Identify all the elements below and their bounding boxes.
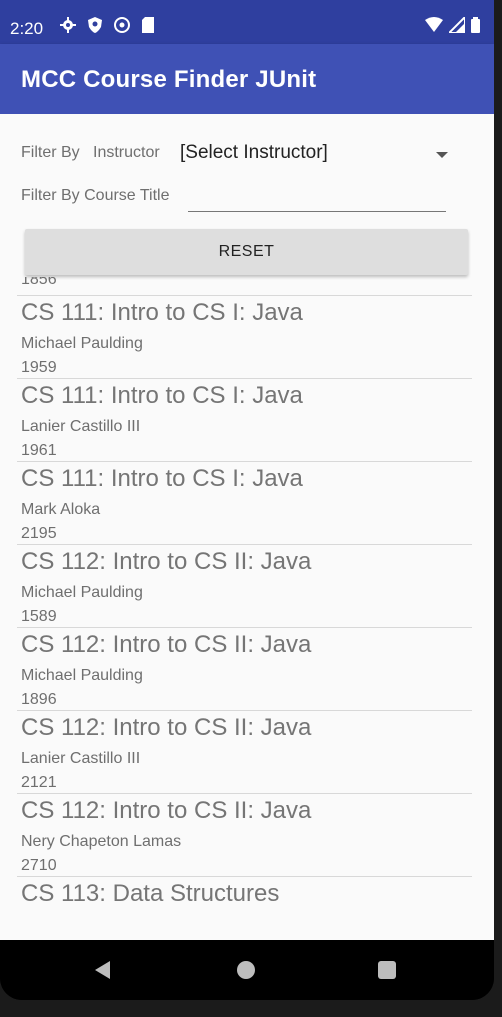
status-bar: 2:20 (0, 0, 494, 44)
status-system-icons (425, 17, 480, 33)
status-notification-icons (60, 17, 154, 33)
reset-button[interactable]: RESET (25, 229, 468, 275)
list-divider (17, 627, 472, 628)
course-crn: 1959 (21, 359, 57, 376)
course-instructor: Michael Paulding (21, 667, 143, 684)
vpn-icon (114, 17, 130, 33)
list-item[interactable]: CS 111: Intro to CS I: Java Michael Paul… (21, 299, 471, 381)
filter-by-label: Filter By (21, 144, 80, 161)
course-instructor: Michael Paulding (21, 335, 143, 352)
course-list[interactable]: 1856 CS 111: Intro to CS I: Java Michael… (0, 277, 494, 940)
course-instructor: Mark Aloka (21, 501, 101, 518)
list-divider (17, 876, 472, 877)
course-title: CS 111: Intro to CS I: Java (21, 465, 303, 492)
list-item[interactable]: CS 112: Intro to CS II: Java Michael Pau… (21, 631, 471, 713)
app-bar: MCC Course Finder JUnit (0, 44, 494, 114)
list-divider (17, 461, 472, 462)
title-filter-label: Filter By Course Title (21, 187, 170, 204)
title-filter-row: Filter By Course Title (21, 185, 471, 215)
list-divider (17, 710, 472, 711)
course-title: CS 111: Intro to CS I: Java (21, 382, 303, 409)
list-item[interactable]: CS 111: Intro to CS I: Java Mark Aloka 2… (21, 465, 471, 547)
instructor-spinner[interactable]: [Select Instructor] (176, 138, 456, 172)
sd-card-icon (142, 17, 154, 33)
instructor-filter-row: Filter By Instructor [Select Instructor] (21, 142, 471, 172)
list-item[interactable]: CS 112: Intro to CS II: Java Nery Chapet… (21, 797, 471, 879)
status-time: 2:20 (10, 19, 44, 38)
battery-icon (471, 17, 480, 33)
course-title: CS 113: Data Structures (21, 880, 280, 907)
course-crn: 2121 (21, 774, 57, 791)
course-crn: 2710 (21, 857, 57, 874)
course-title: CS 112: Intro to CS II: Java (21, 714, 312, 741)
navigation-bar (0, 940, 494, 1000)
course-instructor: Nery Chapeton Lamas (21, 833, 182, 850)
course-crn: 1896 (21, 691, 57, 708)
list-divider (17, 295, 472, 296)
instructor-label: Instructor (93, 144, 160, 161)
instructor-selected-value: [Select Instructor] (180, 142, 328, 163)
course-crn: 1589 (21, 608, 57, 625)
course-title-input[interactable] (188, 185, 446, 212)
list-item[interactable]: CS 113: Data Structures (21, 880, 471, 940)
recent-square-icon[interactable] (378, 961, 396, 979)
course-instructor: Lanier Castillo III (21, 418, 141, 435)
shield-icon (88, 17, 102, 33)
list-divider (17, 544, 472, 545)
gear-icon (60, 17, 76, 33)
main-content: Filter By Instructor [Select Instructor]… (0, 114, 494, 940)
course-instructor: Lanier Castillo III (21, 750, 141, 767)
chevron-down-icon (436, 152, 448, 158)
course-title: CS 111: Intro to CS I: Java (21, 299, 303, 326)
wifi-icon (425, 17, 443, 32)
course-instructor: Michael Paulding (21, 584, 143, 601)
course-title: CS 112: Intro to CS II: Java (21, 631, 312, 658)
list-item[interactable]: CS 112: Intro to CS II: Java Lanier Cast… (21, 714, 471, 796)
course-title: CS 112: Intro to CS II: Java (21, 797, 312, 824)
list-item[interactable]: CS 112: Intro to CS II: Java Michael Pau… (21, 548, 471, 630)
home-circle-icon[interactable] (237, 961, 255, 979)
list-divider (17, 793, 472, 794)
partial-list-item-crn: 1856 (21, 277, 57, 288)
list-item[interactable]: CS 111: Intro to CS I: Java Lanier Casti… (21, 382, 471, 464)
course-title: CS 112: Intro to CS II: Java (21, 548, 312, 575)
list-divider (17, 378, 472, 379)
course-crn: 1961 (21, 442, 57, 459)
phone-screen: 2:20 MCC Course Finder JUnit Filter By I… (0, 0, 494, 1000)
course-crn: 2195 (21, 525, 57, 542)
signal-icon (449, 17, 465, 33)
back-triangle-icon[interactable] (95, 961, 110, 979)
app-title: MCC Course Finder JUnit (21, 66, 317, 93)
